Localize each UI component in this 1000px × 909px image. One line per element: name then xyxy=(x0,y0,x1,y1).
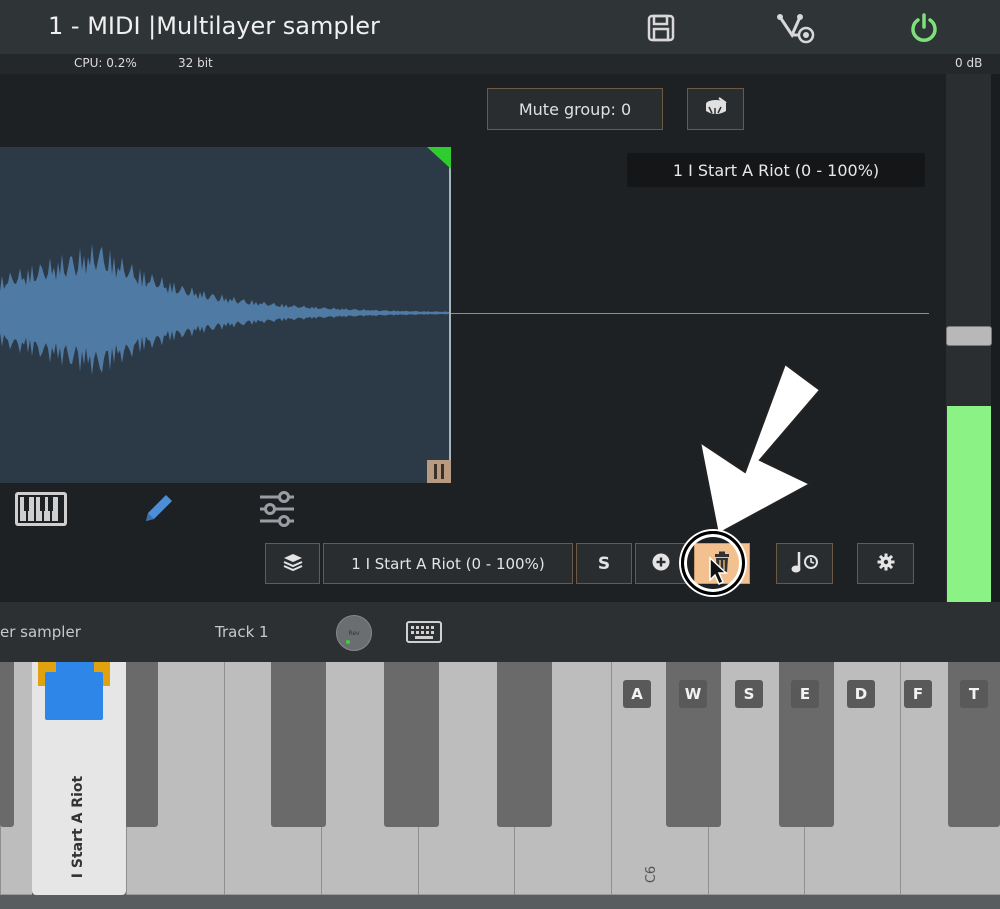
note-clock-icon xyxy=(791,550,819,578)
track-name: Track 1 xyxy=(215,623,269,641)
output-meter-level xyxy=(947,406,992,602)
sample-end-handle[interactable] xyxy=(427,460,451,483)
status-bar: CPU: 0.2% 32 bit 0 dB xyxy=(0,54,1000,74)
piano-black-key[interactable] xyxy=(497,662,552,827)
pencil-icon[interactable] xyxy=(130,488,186,530)
layer-select[interactable]: 1 I Start A Riot (0 - 100%) xyxy=(323,543,573,584)
note-label: C6 xyxy=(644,865,660,883)
reverb-knob-label: Rev xyxy=(348,629,360,637)
piano-black-key[interactable] xyxy=(271,662,326,827)
loop-end-marker[interactable] xyxy=(427,147,451,169)
key-hint: A xyxy=(623,680,651,708)
cpu-usage: CPU: 0.2% xyxy=(74,56,137,70)
mouse-cursor-icon xyxy=(709,556,728,586)
key-hint: F xyxy=(904,680,932,708)
track-strip xyxy=(0,602,1000,662)
waveform-shape xyxy=(0,244,450,375)
key-hint: T xyxy=(960,680,988,708)
layers-icon xyxy=(283,553,303,575)
reverb-knob[interactable]: Rev xyxy=(336,615,372,651)
drum-button[interactable] xyxy=(687,88,744,130)
layer-name-label: 1 I Start A Riot (0 - 100%) xyxy=(627,153,925,187)
routing-icon[interactable] xyxy=(775,10,819,46)
settings-button[interactable] xyxy=(857,543,914,584)
waveform xyxy=(0,244,450,375)
power-icon[interactable] xyxy=(906,10,942,46)
piano-black-key[interactable] xyxy=(0,662,14,827)
solo-button[interactable]: S xyxy=(576,543,632,584)
reverb-knob-indicator xyxy=(346,640,350,644)
gear-icon xyxy=(877,553,895,575)
key-hint: E xyxy=(791,680,819,708)
save-icon[interactable] xyxy=(643,10,679,46)
output-level: 0 dB xyxy=(955,56,983,70)
add-layer-button[interactable] xyxy=(635,543,687,584)
waveform-display[interactable] xyxy=(0,147,451,483)
computer-keyboard-icon[interactable] xyxy=(406,620,442,644)
sliders-icon[interactable] xyxy=(249,488,305,530)
annotation-arrow xyxy=(698,362,822,536)
waveform-baseline xyxy=(451,313,929,314)
plus-circle-icon xyxy=(652,553,670,575)
sample-key-label: I Start A Riot xyxy=(70,775,86,879)
app-title: 1 - MIDI |Multilayer sampler xyxy=(48,12,380,40)
meter-scrollbar[interactable] xyxy=(991,74,1000,602)
piano-keys-icon[interactable] xyxy=(13,488,69,530)
layers-button[interactable] xyxy=(265,543,320,584)
piano-keyboard[interactable]: A W S E D F T I Start A Riot C6 xyxy=(0,662,1000,909)
bit-depth: 32 bit xyxy=(178,56,213,70)
key-hint: S xyxy=(735,680,763,708)
gain-fader-knob[interactable] xyxy=(946,326,992,346)
instrument-name: er sampler xyxy=(0,623,81,641)
note-tempo-button[interactable] xyxy=(776,543,833,584)
drum-icon xyxy=(703,97,729,121)
sample-key-selection[interactable] xyxy=(45,672,103,720)
piano-black-key[interactable] xyxy=(384,662,439,827)
key-hint: D xyxy=(847,680,875,708)
sample-end-line[interactable] xyxy=(449,147,451,483)
key-hint: W xyxy=(679,680,707,708)
mute-group-button[interactable]: Mute group: 0 xyxy=(487,88,663,130)
